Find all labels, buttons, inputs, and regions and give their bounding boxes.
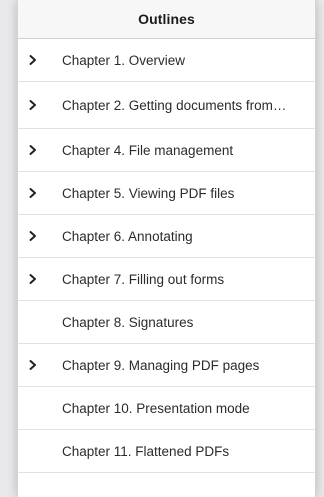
chevron-right-icon[interactable] (28, 230, 38, 242)
outline-item-chapter-11[interactable]: Chapter 11. Flattened PDFs (18, 430, 315, 473)
chevron-right-icon[interactable] (28, 273, 38, 285)
outline-item-chapter-10[interactable]: Chapter 10. Presentation mode (18, 387, 315, 430)
outline-item-label: Chapter 5. Viewing PDF files (62, 185, 235, 201)
page-title: Outlines (138, 11, 195, 27)
outline-item-label: Chapter 8. Signatures (62, 314, 194, 330)
outline-item-label: Chapter 11. Flattened PDFs (62, 443, 230, 459)
outline-item-chapter-9[interactable]: Chapter 9. Managing PDF pages (18, 344, 315, 387)
outline-item-chapter-1[interactable]: Chapter 1. Overview (18, 39, 315, 82)
outline-item-label: Chapter 10. Presentation mode (62, 400, 250, 416)
outlines-header: Outlines (18, 0, 315, 39)
outline-item-chapter-5[interactable]: Chapter 5. Viewing PDF files (18, 172, 315, 215)
chevron-right-icon[interactable] (28, 144, 38, 156)
outlines-panel: Outlines Chapter 1. Overview Chapter 2. … (17, 0, 316, 497)
outline-item-label: Chapter 2. Getting documents from… (62, 97, 287, 113)
outline-item-chapter-8[interactable]: Chapter 8. Signatures (18, 301, 315, 344)
outline-item-chapter-4[interactable]: Chapter 4. File management (18, 129, 315, 172)
outline-item-label: Chapter 9. Managing PDF pages (62, 357, 260, 373)
outline-item-chapter-6[interactable]: Chapter 6. Annotating (18, 215, 315, 258)
chevron-right-icon[interactable] (28, 99, 38, 111)
outline-item-chapter-2[interactable]: Chapter 2. Getting documents from… (18, 82, 315, 129)
chevron-right-icon[interactable] (28, 54, 38, 66)
outline-item-label: Chapter 1. Overview (62, 52, 186, 68)
outline-item-chapter-7[interactable]: Chapter 7. Filling out forms (18, 258, 315, 301)
outline-list: Chapter 1. Overview Chapter 2. Getting d… (18, 39, 315, 473)
outline-item-label: Chapter 4. File management (62, 142, 234, 158)
outline-item-label: Chapter 7. Filling out forms (62, 271, 225, 287)
chevron-right-icon[interactable] (28, 187, 38, 199)
chevron-right-icon[interactable] (28, 359, 38, 371)
outline-item-label: Chapter 6. Annotating (62, 228, 193, 244)
